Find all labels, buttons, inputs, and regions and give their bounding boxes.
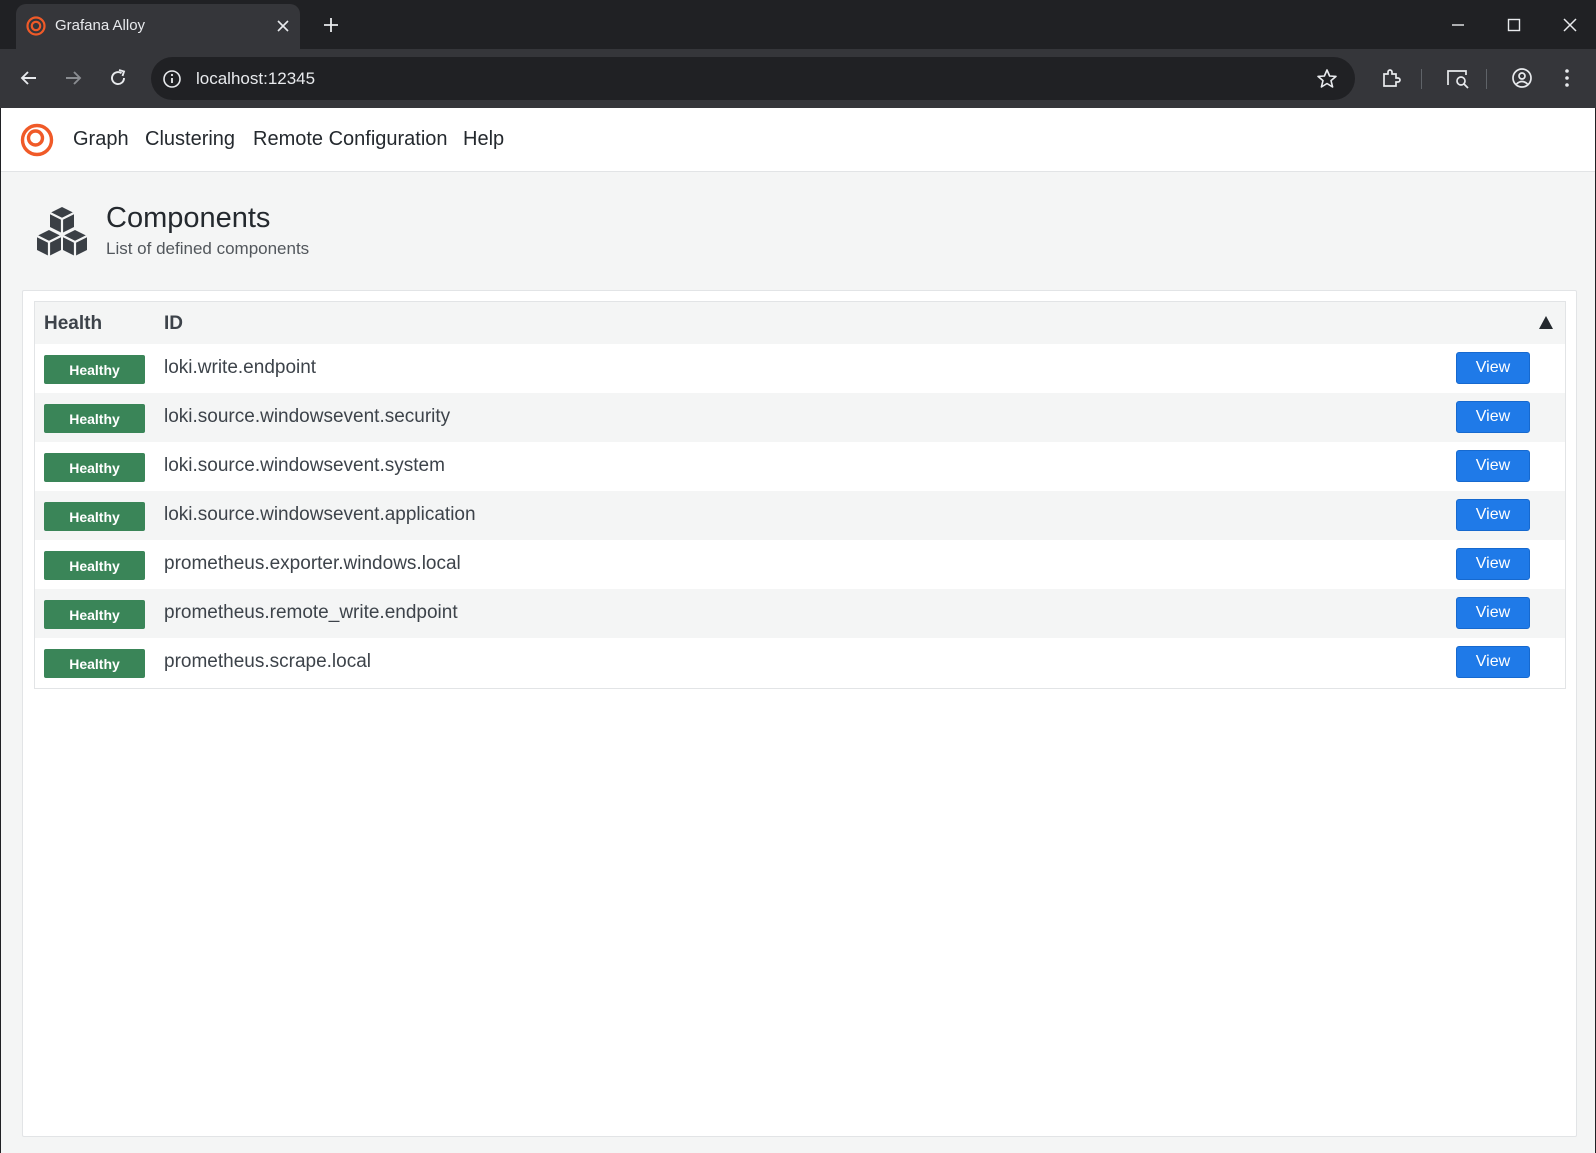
cubes-icon xyxy=(36,207,88,256)
table-row: Healthy loki.source.windowsevent.system Vi… xyxy=(35,442,1565,491)
component-id: prometheus.scrape.local xyxy=(164,651,371,672)
table-header: Health ID xyxy=(35,302,1565,344)
kebab-menu-icon[interactable] xyxy=(1553,64,1581,92)
table-row: Healthy loki.source.windowsevent.applicat… xyxy=(35,491,1565,540)
table-row: Healthy loki.write.endpoint View xyxy=(35,344,1565,393)
table-row: Healthy prometheus.exporter.windows.local… xyxy=(35,540,1565,589)
page-subtitle: List of defined components xyxy=(106,239,310,258)
maximize-icon[interactable] xyxy=(1499,10,1529,40)
app-navbar: Graph Clustering Remote Configuration He… xyxy=(1,108,1595,172)
reload-icon[interactable] xyxy=(103,63,133,93)
components-card: Health ID Healthy loki.write.endpoint View… xyxy=(22,290,1577,1137)
back-arrow-icon[interactable] xyxy=(14,63,44,93)
nav-clustering[interactable]: Clustering xyxy=(145,128,235,151)
minimize-icon[interactable] xyxy=(1443,10,1473,40)
cast-search-icon[interactable] xyxy=(1444,64,1472,92)
site-info-icon[interactable] xyxy=(161,68,183,90)
component-id: loki.source.windowsevent.security xyxy=(164,406,451,427)
component-id: loki.source.windowsevent.system xyxy=(164,455,445,476)
view-button[interactable]: View xyxy=(1456,646,1530,678)
sort-ascending-icon[interactable] xyxy=(1538,315,1554,330)
view-button[interactable]: View xyxy=(1456,450,1530,482)
bookmark-star-icon[interactable] xyxy=(1315,67,1339,91)
grafana-alloy-favicon-icon xyxy=(26,16,46,36)
view-button[interactable]: View xyxy=(1456,548,1530,580)
close-tab-icon[interactable] xyxy=(271,14,295,38)
view-button[interactable]: View xyxy=(1456,352,1530,384)
components-table: Health ID Healthy loki.write.endpoint View… xyxy=(34,301,1566,689)
component-id: loki.source.windowsevent.application xyxy=(164,504,476,525)
close-window-icon[interactable] xyxy=(1555,10,1585,40)
nav-remote-configuration[interactable]: Remote Configuration xyxy=(253,128,448,151)
component-id: prometheus.exporter.windows.local xyxy=(164,553,461,574)
health-status-badge: Healthy xyxy=(44,404,145,433)
page: Graph Clustering Remote Configuration He… xyxy=(1,108,1595,1153)
component-id: prometheus.remote_write.endpoint xyxy=(164,602,458,623)
table-row: Healthy prometheus.remote_write.endpoint V… xyxy=(35,589,1565,638)
table-row: Healthy loki.source.windowsevent.security… xyxy=(35,393,1565,442)
profile-avatar-icon[interactable] xyxy=(1508,64,1536,92)
browser-titlebar: Grafana Alloy xyxy=(0,0,1596,49)
browser-tab[interactable]: Grafana Alloy xyxy=(16,4,300,49)
address-bar[interactable]: localhost:12345 xyxy=(151,57,1355,100)
extensions-icon[interactable] xyxy=(1377,64,1405,92)
nav-graph[interactable]: Graph xyxy=(73,128,129,151)
health-status-badge: Healthy xyxy=(44,355,145,384)
view-button[interactable]: View xyxy=(1456,597,1530,629)
tab-title: Grafana Alloy xyxy=(55,17,146,34)
health-status-badge: Healthy xyxy=(44,551,145,580)
grafana-alloy-logo-icon[interactable] xyxy=(20,123,54,157)
health-status-badge: Healthy xyxy=(44,600,145,629)
new-tab-icon[interactable] xyxy=(318,12,344,38)
column-header-id[interactable]: ID xyxy=(164,313,183,335)
toolbar-separator xyxy=(1421,69,1422,89)
health-status-badge: Healthy xyxy=(44,649,145,678)
toolbar-separator xyxy=(1486,69,1487,89)
forward-arrow-icon[interactable] xyxy=(58,63,88,93)
component-id: loki.write.endpoint xyxy=(164,357,317,378)
view-button[interactable]: View xyxy=(1456,401,1530,433)
url-text[interactable]: localhost:12345 xyxy=(196,69,315,89)
browser-toolbar: localhost:12345 xyxy=(0,49,1596,108)
column-header-health[interactable]: Health xyxy=(44,313,102,335)
health-status-badge: Healthy xyxy=(44,453,145,482)
view-button[interactable]: View xyxy=(1456,499,1530,531)
table-row: Healthy prometheus.scrape.local View xyxy=(35,638,1565,687)
page-title: Components xyxy=(106,202,271,234)
health-status-badge: Healthy xyxy=(44,502,145,531)
nav-help[interactable]: Help xyxy=(463,128,504,151)
